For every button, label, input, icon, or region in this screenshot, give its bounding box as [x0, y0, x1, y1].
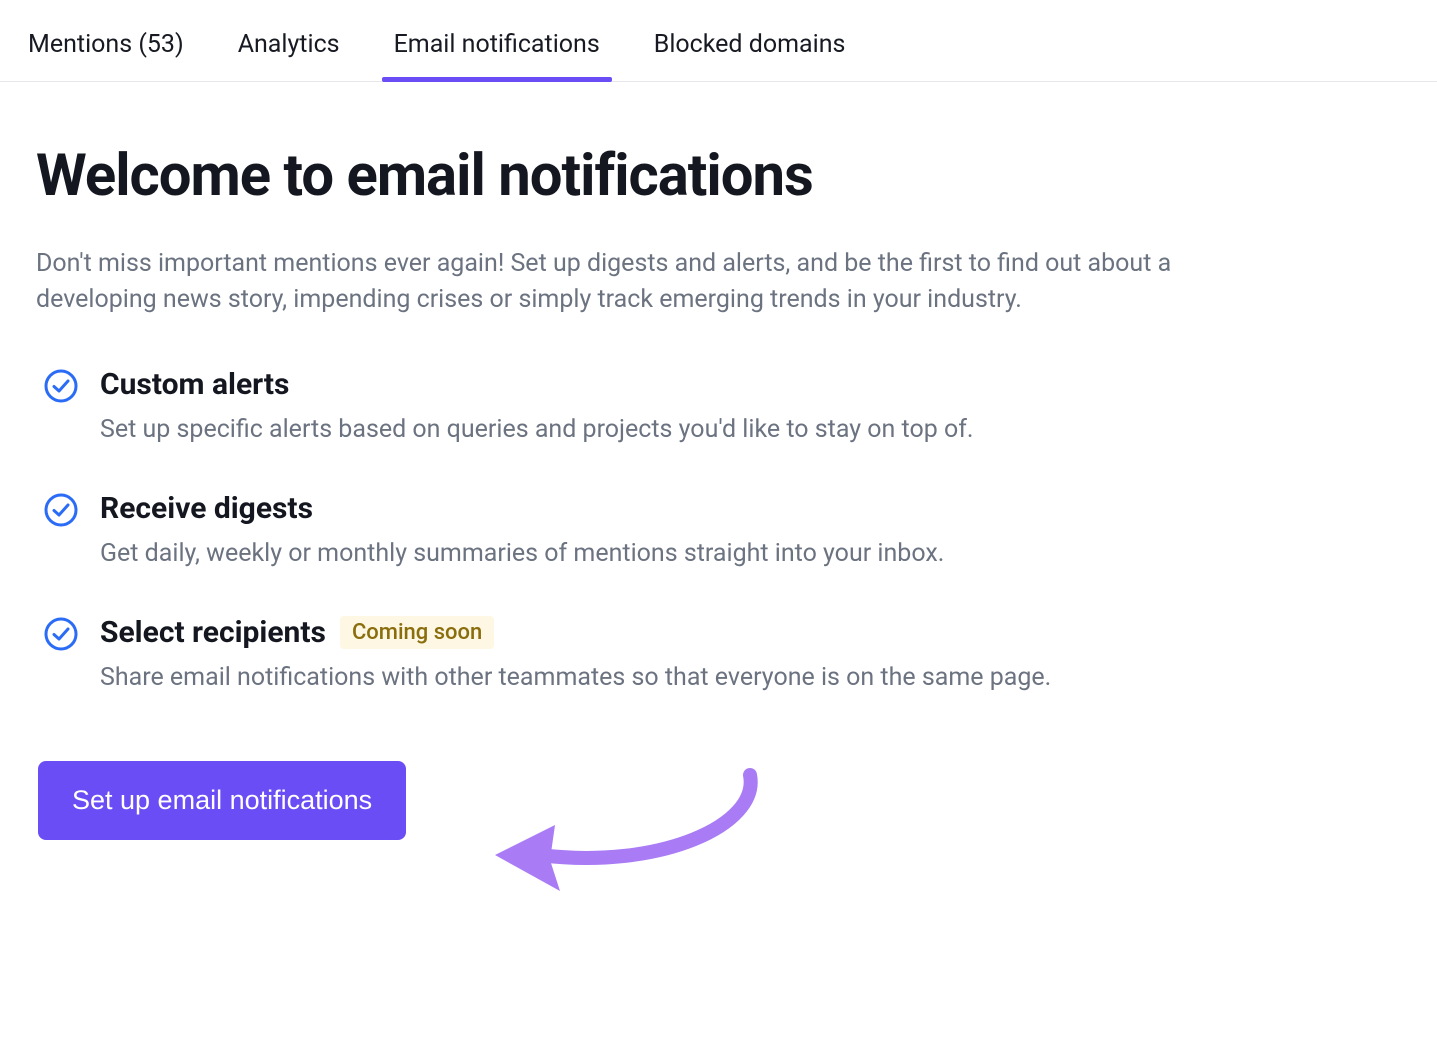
setup-email-notifications-button[interactable]: Set up email notifications: [38, 761, 406, 840]
tab-mentions[interactable]: Mentions (53): [28, 30, 184, 81]
feature-desc: Get daily, weekly or monthly summaries o…: [100, 536, 1401, 571]
feature-title: Select recipients: [100, 615, 326, 650]
page-lead: Don't miss important mentions ever again…: [36, 246, 1296, 319]
feature-desc: Share email notifications with other tea…: [100, 660, 1401, 695]
check-circle-icon: [44, 369, 78, 403]
feature-title: Receive digests: [100, 491, 313, 526]
feature-custom-alerts: Custom alerts Set up specific alerts bas…: [36, 367, 1401, 447]
coming-soon-badge: Coming soon: [340, 616, 494, 649]
feature-desc: Set up specific alerts based on queries …: [100, 412, 1401, 447]
tab-bar: Mentions (53) Analytics Email notificati…: [0, 0, 1437, 82]
feature-select-recipients: Select recipients Coming soon Share emai…: [36, 615, 1401, 695]
tab-analytics[interactable]: Analytics: [238, 30, 340, 81]
tab-email-notifications[interactable]: Email notifications: [394, 30, 600, 81]
main-content: Welcome to email notifications Don't mis…: [0, 82, 1437, 840]
check-circle-icon: [44, 493, 78, 527]
page-title: Welcome to email notifications: [36, 142, 1401, 210]
feature-title: Custom alerts: [100, 367, 289, 402]
check-circle-icon: [44, 617, 78, 651]
tab-blocked-domains[interactable]: Blocked domains: [654, 30, 846, 81]
feature-receive-digests: Receive digests Get daily, weekly or mon…: [36, 491, 1401, 571]
